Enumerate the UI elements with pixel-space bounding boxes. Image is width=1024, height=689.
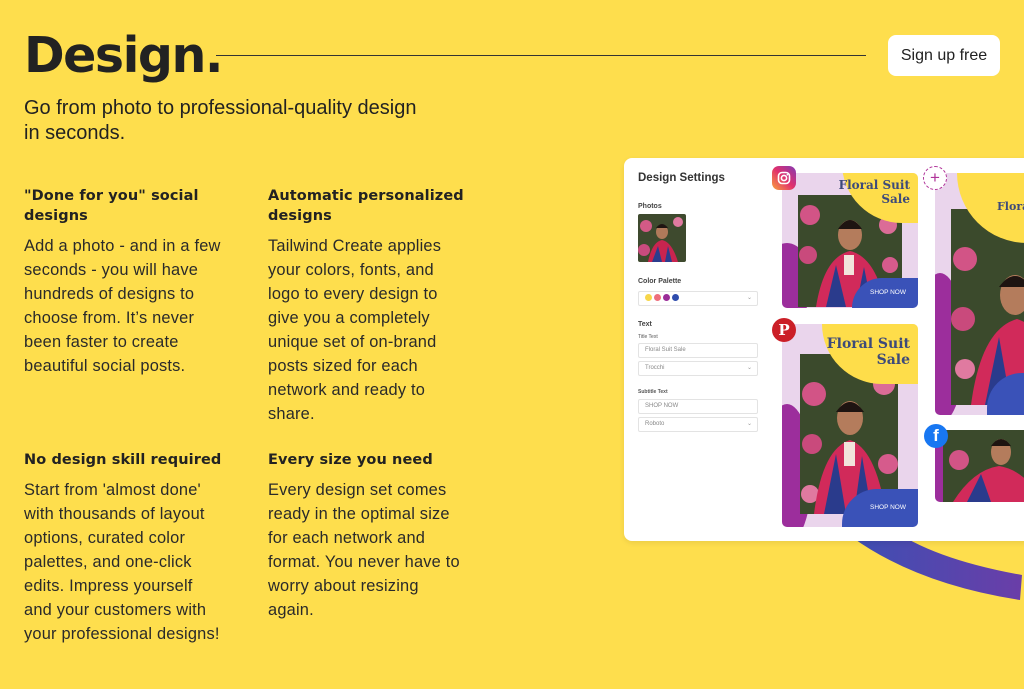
palette-swatch-1 xyxy=(654,293,661,301)
photo-thumbnail[interactable] xyxy=(638,214,686,262)
text-section-label: Text xyxy=(638,321,652,328)
card-headline: Floral Suit Sale xyxy=(838,178,910,207)
page-subtitle: Go from photo to professional-quality de… xyxy=(24,97,417,144)
color-palette-select[interactable]: ⌄ xyxy=(638,291,758,306)
settings-title: Design Settings xyxy=(638,172,725,184)
title-text-input[interactable]: Floral Suit Sale xyxy=(638,343,758,358)
card-headline: Floral Suit Sale xyxy=(827,336,910,368)
headline-line-1: Floral Suit xyxy=(826,336,910,352)
subtitle-font-select[interactable]: Roboto ⌄ xyxy=(638,417,758,432)
feature-title: Every size you need xyxy=(268,452,433,468)
card-cta: SHOP NOW xyxy=(870,289,906,296)
feature-personalized: Automatic personalized designs Tailwind … xyxy=(268,186,468,426)
palette-swatch-3 xyxy=(672,293,679,301)
palette-swatch-0 xyxy=(645,293,652,301)
feature-body: Tailwind Create applies your colors, fon… xyxy=(268,237,442,423)
pinterest-icon: P xyxy=(772,318,796,342)
headline-line-2: Sale xyxy=(876,352,910,369)
instagram-icon xyxy=(772,166,796,190)
feature-no-skill: No design skill required Start from 'alm… xyxy=(24,450,224,646)
chevron-down-icon: ⌄ xyxy=(746,295,752,301)
feature-done-for-you: "Done for you" social designs Add a phot… xyxy=(24,186,224,378)
photos-label: Photos xyxy=(638,203,662,210)
chevron-down-icon: ⌄ xyxy=(746,421,752,427)
feature-body: Add a photo - and in a few seconds - you… xyxy=(24,237,221,375)
title-divider xyxy=(216,55,866,56)
chevron-down-icon: ⌄ xyxy=(746,365,752,371)
subtitle-font-value: Roboto xyxy=(645,421,665,427)
headline-line-1: Floral Suit xyxy=(838,178,910,192)
add-network-icon[interactable]: + xyxy=(923,166,947,190)
subtitle-text-label: Subtitle Text xyxy=(638,389,668,395)
model-photo xyxy=(943,430,1024,502)
title-text-label: Title Text xyxy=(638,334,658,340)
facebook-design-card[interactable] xyxy=(935,430,1024,502)
facebook-icon: f xyxy=(924,424,948,448)
feature-body: Start from 'almost done' with thousands … xyxy=(24,481,220,643)
card-cta: SHOP NOW xyxy=(870,504,906,511)
title-font-select[interactable]: Trocchi ⌄ xyxy=(638,361,758,376)
pinterest-design-card[interactable]: Floral Suit Sale SHOP NOW xyxy=(782,324,918,527)
palette-swatch-2 xyxy=(663,293,670,301)
instagram-design-card[interactable]: Floral Suit Sale SHOP NOW xyxy=(782,173,918,308)
card-headline: Floral Suit xyxy=(997,200,1024,213)
sign-up-button[interactable]: Sign up free xyxy=(888,35,1000,76)
story-design-card[interactable]: Floral Suit xyxy=(935,173,1024,415)
title-font-value: Trocchi xyxy=(645,365,665,371)
design-settings-mockup: Design Settings Photos Color Palette ⌄ T… xyxy=(624,158,1024,541)
feature-title: Automatic personalized designs xyxy=(268,188,464,224)
color-palette-label: Color Palette xyxy=(638,278,682,285)
feature-every-size: Every size you need Every design set com… xyxy=(268,450,468,622)
feature-title: No design skill required xyxy=(24,452,222,468)
feature-body: Every design set comes ready in the opti… xyxy=(268,481,460,619)
subtitle-text-input[interactable]: SHOP NOW xyxy=(638,399,758,414)
headline-line-2: Sale xyxy=(881,191,910,206)
feature-title: "Done for you" social designs xyxy=(24,188,199,224)
page-title: Design. xyxy=(24,27,223,84)
